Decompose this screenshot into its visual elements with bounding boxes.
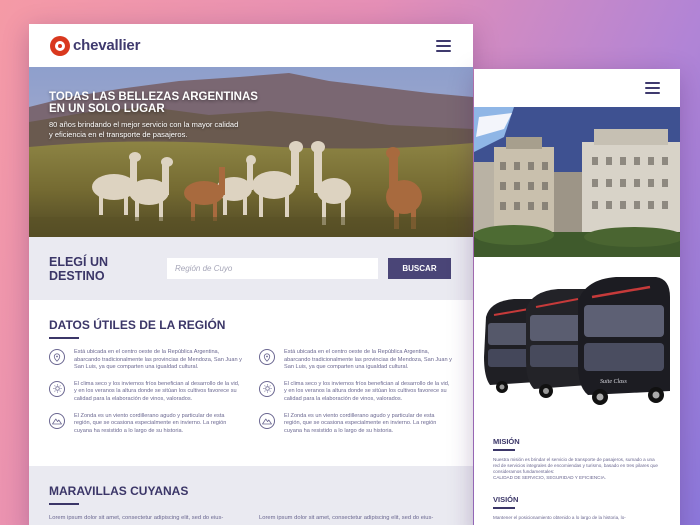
- buses-image: Suite Class: [484, 277, 670, 405]
- bus-class-label: Suite Class: [600, 379, 628, 385]
- destination-input[interactable]: [167, 258, 378, 279]
- fact-item: El Zonda es un viento cordillerano agudo…: [49, 412, 243, 436]
- fact-text: El clima seco y los inviernos fríos bene…: [74, 380, 240, 402]
- mountain-icon: [49, 412, 65, 429]
- buses-photo: Suite Class: [474, 257, 680, 437]
- maravillas-columns: Lorem ipsum dolor sit amet, consectetur …: [49, 515, 453, 523]
- hamburger-menu-icon[interactable]: [645, 82, 660, 94]
- fact-item: El clima seco y los inviernos fríos bene…: [49, 380, 243, 404]
- search-button[interactable]: BUSCAR: [388, 258, 451, 279]
- fact-item: Está ubicada en el centro oeste de la Re…: [259, 349, 453, 372]
- vision-title: VISIÓN: [493, 495, 519, 505]
- fact-item: Está ubicada en el centro oeste de la Re…: [49, 349, 243, 372]
- mountain-icon: [259, 412, 275, 429]
- mision-title: MISIÓN: [493, 437, 520, 446]
- title-underline: [493, 449, 515, 451]
- section-title: DATOS ÚTILES DE LA REGIÓN: [49, 318, 226, 332]
- maravillas-text: Lorem ipsum dolor sit amet, consectetur …: [49, 515, 224, 521]
- fact-text: El clima seco y los inviernos fríos bene…: [284, 380, 450, 402]
- search-label: ELEGÍ UN DESTINO: [49, 254, 109, 283]
- front-mobile-mockup: chevallier TODAS LAS BELLEZAS ARGENTINAS…: [29, 24, 473, 525]
- fact-text: El Zonda es un viento cordillerano agudo…: [284, 412, 437, 434]
- mission-vision-section: MISIÓN Nuestra misión es brindar el serv…: [474, 437, 680, 521]
- fact-text: El Zonda es un viento cordillerano agudo…: [74, 412, 227, 434]
- facts-grid: Está ubicada en el centro oeste de la Re…: [49, 349, 453, 435]
- sun-icon: [259, 380, 275, 397]
- title-underline: [49, 503, 79, 505]
- maravillas-section: MARAVILLAS CUYANAS Lorem ipsum dolor sit…: [29, 466, 473, 525]
- vision-text: Mantener el posicionamiento obtenido a l…: [493, 514, 626, 520]
- brand-name: chevallier: [73, 37, 141, 54]
- maravillas-text: Lorem ipsum dolor sit amet, consectetur …: [259, 515, 434, 521]
- mision-values: CALIDAD DE SERVICIO, SEGURIDAD Y EFICIEN…: [493, 475, 607, 481]
- title-underline: [493, 507, 515, 509]
- back-mobile-mockup: Suite Class MISIÓN Nuestra misión es bri…: [474, 69, 680, 525]
- city-photo: [474, 107, 680, 257]
- hamburger-menu-icon[interactable]: [436, 39, 451, 52]
- section-title: MARAVILLAS CUYANAS: [49, 484, 189, 498]
- fact-item: El Zonda es un viento cordillerano agudo…: [259, 412, 453, 436]
- hero-banner: TODAS LAS BELLEZAS ARGENTINAS EN UN SOLO…: [29, 67, 473, 237]
- top-navbar: chevallier: [29, 24, 473, 67]
- brand-logo[interactable]: chevallier: [50, 35, 141, 56]
- hero-text-block: TODAS LAS BELLEZAS ARGENTINAS EN UN SOLO…: [49, 91, 349, 140]
- hero-subtitle: 80 años brindando el mejor servicio con …: [49, 120, 239, 139]
- fact-text: Está ubicada en el centro oeste de la Re…: [284, 349, 452, 371]
- region-facts-section: DATOS ÚTILES DE LA REGIÓN Está ubicada e…: [29, 300, 473, 466]
- map-pin-icon: [49, 349, 65, 365]
- map-pin-icon: [259, 349, 275, 365]
- sun-icon: [49, 380, 65, 397]
- mision-text: Nuestra misión es brindar el servicio de…: [493, 456, 658, 474]
- buenos-aires-buildings-image: [474, 107, 680, 257]
- destination-search-bar: ELEGÍ UN DESTINO BUSCAR: [29, 237, 473, 300]
- fact-text: Está ubicada en el centro oeste de la Re…: [74, 349, 242, 371]
- hero-title: TODAS LAS BELLEZAS ARGENTINAS EN UN SOLO…: [49, 91, 258, 115]
- logo-mark-icon: [50, 35, 70, 56]
- top-navbar: [474, 69, 680, 107]
- fact-item: El clima seco y los inviernos fríos bene…: [259, 380, 453, 404]
- title-underline: [49, 337, 79, 339]
